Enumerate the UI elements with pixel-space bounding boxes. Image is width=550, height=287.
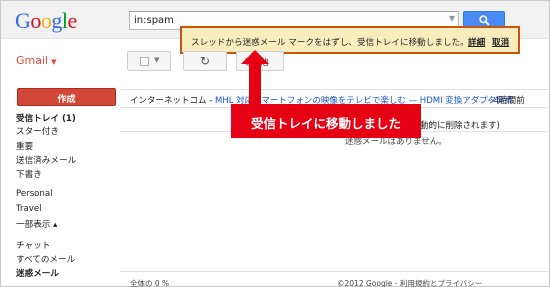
logo-letter: G [15,8,31,33]
divider [120,271,549,272]
select-button[interactable]: ▼ [127,51,171,71]
gmail-menu[interactable]: Gmail ▼ [16,54,56,67]
callout-box: 受信トレイに移動しました [231,104,421,138]
annotation-arrow-icon [241,50,269,106]
undo-link[interactable]: 取消 [492,36,509,48]
sidebar-item-sent[interactable]: 送信済みメール [16,154,76,166]
logo-letter: e [67,8,78,33]
sidebar-item-less[interactable]: 一部表示 ▴ [16,218,57,230]
sidebar-item-personal[interactable]: Personal [16,189,53,199]
search-options-icon[interactable]: ▼ [449,14,455,23]
mail-time: - 4時間前 [488,96,525,106]
chevron-down-icon: ▼ [154,56,160,64]
callout-text: 受信トレイに移動しました [250,116,401,131]
notification-bar: スレッドから迷惑メール マークをはずし、受信トレイに移動しました。 詳細 取消 [180,26,520,54]
sidebar-item-all-mail[interactable]: すべてのメール [16,253,75,265]
sidebar-item-spam[interactable]: 迷惑メール [16,267,59,279]
sidebar-item-travel[interactable]: Travel [16,204,42,214]
mail-sender: インターネットコム - [130,96,215,106]
refresh-icon: ↻ [200,54,211,68]
compose-label: 作成 [57,95,76,105]
footer-links[interactable]: ©2012 Google - 利用規約とプライバシー [337,278,482,287]
notification-message: スレッドから迷惑メール マークをはずし、受信トレイに移動しました。 [191,38,469,48]
sidebar-item-drafts[interactable]: 下書き [16,168,42,180]
refresh-button[interactable]: ↻ [183,51,227,71]
logo-letter: o [40,8,52,33]
gmail-label: Gmail [16,54,49,67]
google-logo[interactable]: Google [15,8,77,34]
compose-button[interactable]: 作成 [17,88,116,106]
sidebar-item-starred[interactable]: スター付き [16,125,59,137]
sidebar-item-inbox[interactable]: 受信トレイ (1) [16,112,76,124]
storage-usage: 全体の 0 % [130,279,170,287]
checkbox-icon [140,57,149,66]
chevron-down-icon: ▼ [51,58,57,66]
logo-letter: g [51,8,62,33]
sidebar-item-chat[interactable]: チャット [16,239,50,251]
search-value: in:spam [134,15,174,26]
sidebar-item-important[interactable]: 重要 [16,140,33,152]
details-link[interactable]: 詳細 [468,36,485,48]
spam-info-text: 動的に削除されます) [420,121,500,131]
logo-letter: o [30,8,41,33]
divider [120,89,549,90]
search-icon [479,15,490,26]
